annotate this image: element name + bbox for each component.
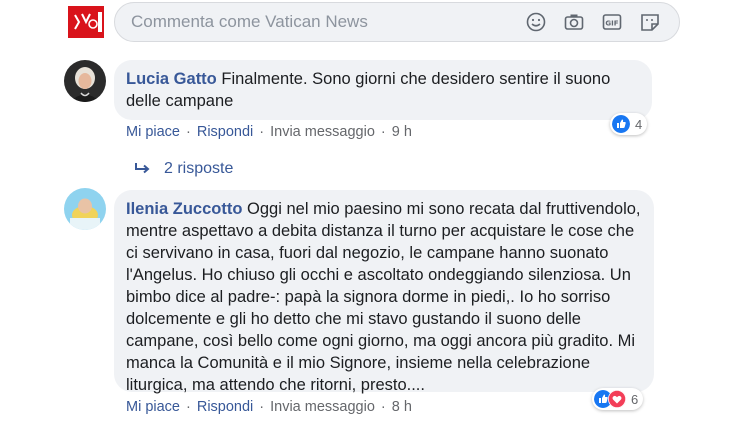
comment-timestamp[interactable]: 8 h <box>392 399 412 415</box>
comment-actions: Mi piace · Rispondi · Invia messaggio · … <box>126 399 412 415</box>
like-reaction-icon <box>612 115 630 133</box>
comment-input[interactable]: Commenta come Vatican News GIF <box>114 2 680 42</box>
camera-icon[interactable] <box>563 11 585 33</box>
reply-link[interactable]: Rispondi <box>197 124 253 140</box>
separator-dot: · <box>186 399 191 415</box>
replies-count-label: 2 risposte <box>164 160 234 177</box>
gif-icon[interactable]: GIF <box>601 11 623 33</box>
send-message-link[interactable]: Invia messaggio <box>270 399 375 415</box>
comment-author[interactable]: Lucia Gatto <box>126 70 217 88</box>
reaction-count: 4 <box>635 116 643 132</box>
separator-dot: · <box>259 399 265 415</box>
vatican-news-logo-icon <box>68 6 104 38</box>
page-avatar[interactable] <box>68 6 104 38</box>
comment-bubble: Ilenia Zuccotto Oggi nel mio paesino mi … <box>114 190 654 394</box>
composer-toolbar: GIF <box>525 11 661 33</box>
reaction-count: 6 <box>631 391 639 407</box>
reaction-summary[interactable]: 6 <box>592 388 644 410</box>
comment-author[interactable]: Ilenia Zuccotto <box>126 200 242 218</box>
like-link[interactable]: Mi piace <box>126 124 180 140</box>
smiley-icon[interactable] <box>525 11 547 33</box>
comment-input-placeholder: Commenta come Vatican News <box>131 12 368 31</box>
love-reaction-icon <box>608 390 626 408</box>
avatar[interactable] <box>64 60 106 102</box>
user-avatar-lucia-icon <box>64 60 106 102</box>
user-avatar-ilenia-icon <box>64 188 106 230</box>
view-replies-link[interactable]: 2 risposte <box>134 160 233 178</box>
avatar[interactable] <box>64 188 106 230</box>
reply-arrow-icon <box>135 163 150 174</box>
reply-link[interactable]: Rispondi <box>197 399 253 415</box>
comment-timestamp[interactable]: 9 h <box>392 124 412 140</box>
comment-actions: Mi piace · Rispondi · Invia messaggio · … <box>126 124 412 140</box>
sticker-icon[interactable] <box>639 11 661 33</box>
separator-dot: · <box>380 124 386 140</box>
separator-dot: · <box>186 124 191 140</box>
separator-dot: · <box>380 399 386 415</box>
reaction-summary[interactable]: 4 <box>610 113 648 135</box>
separator-dot: · <box>259 124 265 140</box>
comment-bubble: Lucia Gatto Finalmente. Sono giorni che … <box>114 60 652 120</box>
like-link[interactable]: Mi piace <box>126 399 180 415</box>
comment-text: Oggi nel mio paesino mi sono recata dal … <box>126 200 641 394</box>
svg-text:GIF: GIF <box>605 20 618 28</box>
send-message-link[interactable]: Invia messaggio <box>270 124 375 140</box>
